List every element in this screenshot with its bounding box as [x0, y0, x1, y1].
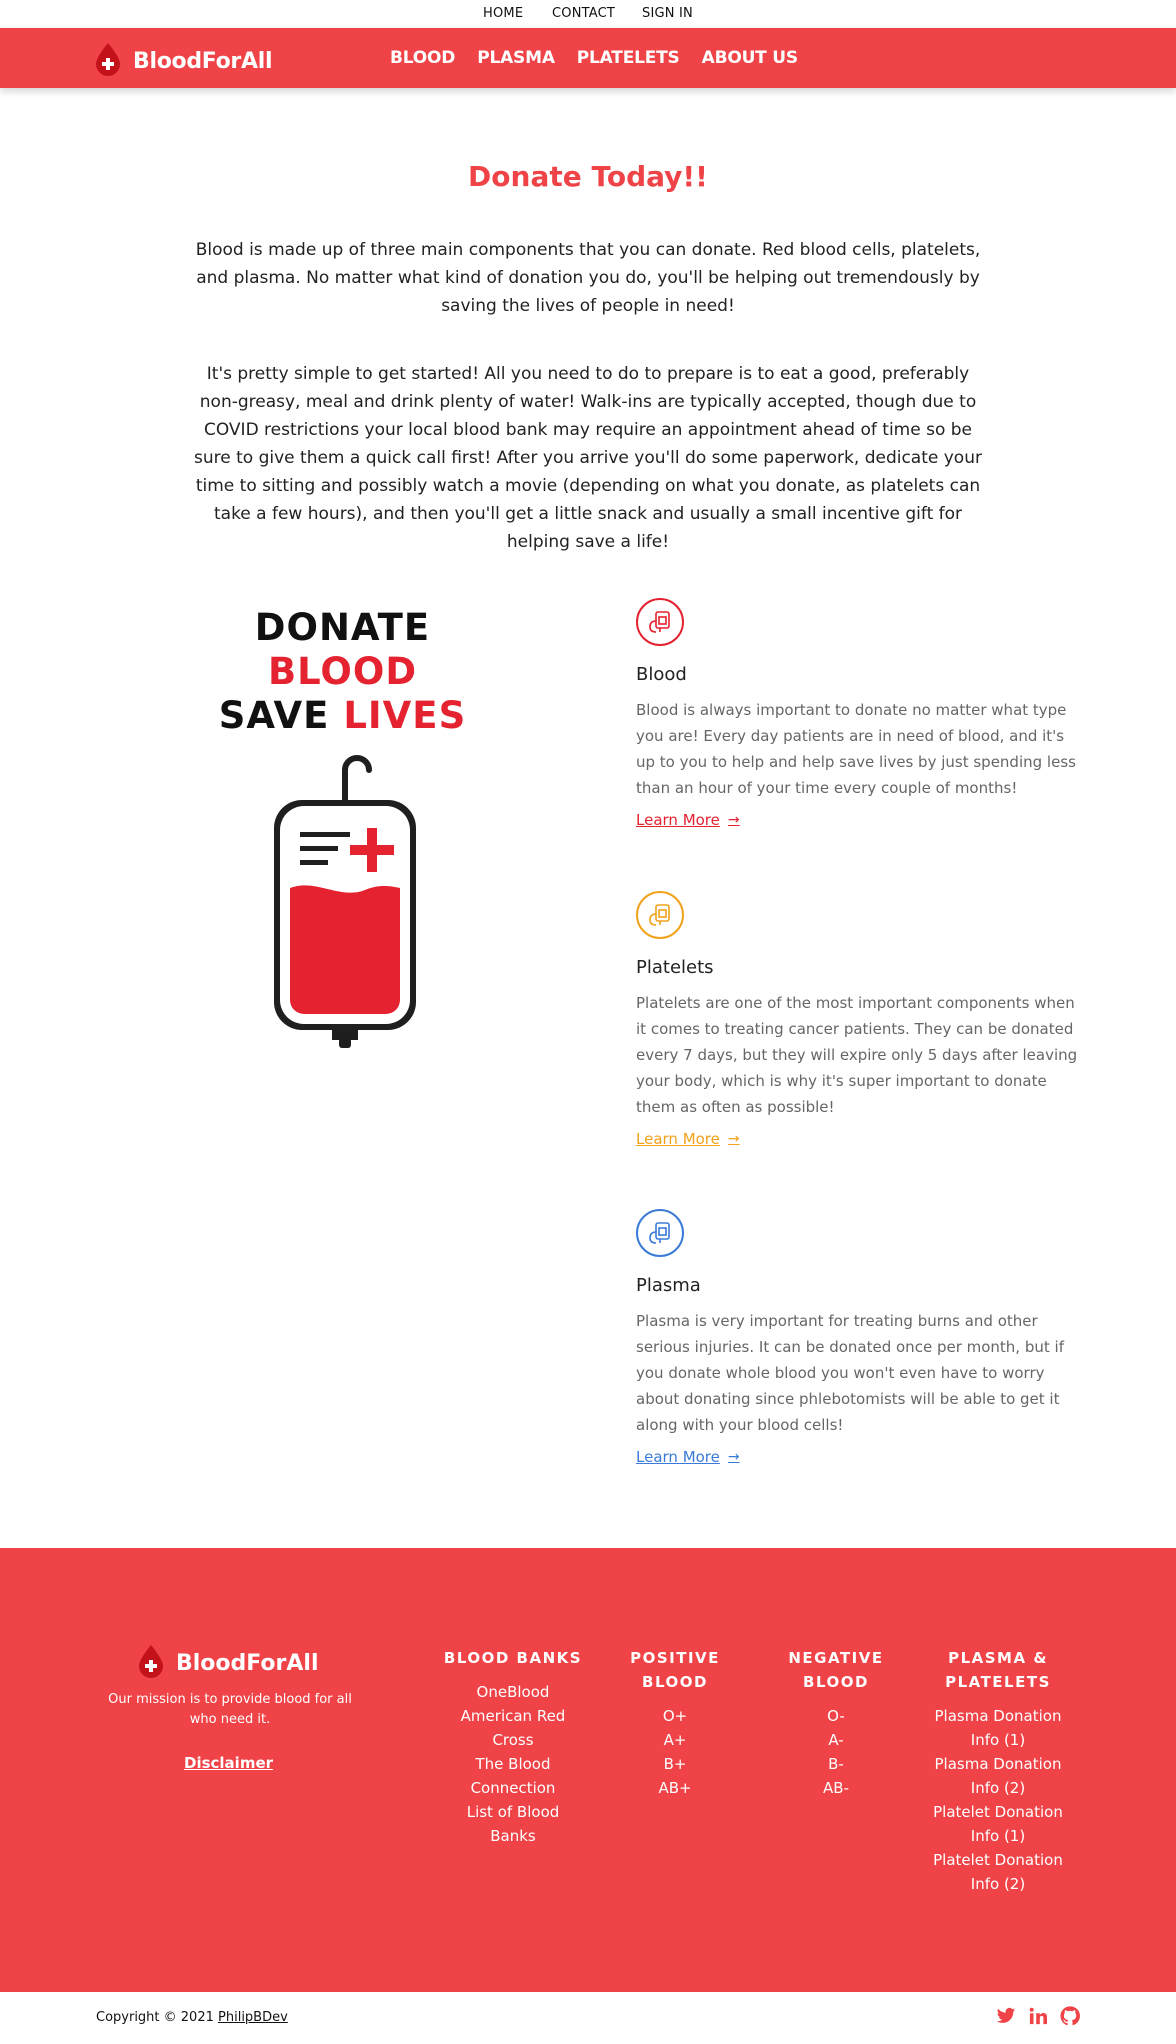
footer-link-blood-connection[interactable]: The Blood Connection	[442, 1752, 584, 1800]
footer-link-o-positive[interactable]: O+	[620, 1704, 730, 1728]
blood-bag-illustration	[274, 755, 416, 1048]
footer-link-platelet-info-2[interactable]: Platelet Donation Info (2)	[930, 1848, 1066, 1896]
brand-name: BloodForAll	[133, 48, 273, 74]
page-title: Donate Today!!	[468, 160, 708, 193]
feature-platelets: Platelets Platelets are one of the most …	[636, 891, 1081, 1148]
footer-link-plasma-info-1[interactable]: Plasma Donation Info (1)	[930, 1704, 1066, 1752]
feature-text: Platelets are one of the most important …	[636, 994, 1078, 1116]
intro-paragraph-1: Blood is made up of three main component…	[195, 240, 981, 316]
footer-link-o-negative[interactable]: O-	[778, 1704, 894, 1728]
footer-link-b-negative[interactable]: B-	[778, 1752, 894, 1776]
owner-link[interactable]: PhilipBDev	[218, 2010, 288, 2025]
brand-logo[interactable]: BloodForAll	[93, 42, 273, 80]
top-nav-contact[interactable]: CONTACT	[552, 6, 615, 21]
footer-link-oneblood[interactable]: OneBlood	[442, 1680, 584, 1704]
feature-plasma: Plasma Plasma is very important for trea…	[636, 1209, 1081, 1466]
social-links	[996, 2006, 1080, 2026]
learn-more-label: Learn More	[636, 1130, 720, 1148]
feature-title: Plasma	[636, 1275, 701, 1296]
footer-col-list: Plasma Donation Info (1) Plasma Donation…	[930, 1704, 1066, 1896]
feature-text: Plasma is very important for treating bu…	[636, 1312, 1064, 1434]
blood-bag-icon	[636, 598, 684, 646]
github-icon[interactable]	[1060, 2006, 1080, 2026]
main-header: BloodForAll BLOOD PLASMA PLATELETS ABOUT…	[0, 28, 1176, 88]
poster-word-save: SAVE	[218, 694, 330, 737]
footer-link-a-negative[interactable]: A-	[778, 1728, 894, 1752]
footer-col-title: NEGATIVE BLOOD	[788, 1649, 884, 1691]
nav-plasma[interactable]: PLASMA	[477, 48, 555, 68]
footer-col-title: POSITIVE BLOOD	[630, 1649, 720, 1691]
top-nav-home[interactable]: HOME	[483, 6, 523, 21]
poster-word-donate: DONATE	[254, 606, 431, 649]
nav-blood[interactable]: BLOOD	[390, 48, 455, 68]
arrow-right-icon: →	[727, 1449, 740, 1465]
feature-title: Blood	[636, 664, 687, 685]
feature-text: Blood is always important to donate no m…	[636, 701, 1076, 797]
arrow-right-icon: →	[727, 1131, 740, 1147]
disclaimer-link[interactable]: Disclaimer	[184, 1754, 273, 1772]
footer-col-positive-blood: POSITIVE BLOOD O+ A+ B+ AB+	[620, 1646, 730, 1800]
footer: BloodForAll Our mission is to provide bl…	[0, 1548, 1176, 1992]
poster-line-1: DONATE BLOOD	[175, 606, 510, 694]
footer-brand-name: BloodForAll	[176, 1650, 319, 1676]
footer-link-american-red-cross[interactable]: American Red Cross	[442, 1704, 584, 1752]
footer-link-b-positive[interactable]: B+	[620, 1752, 730, 1776]
blood-drop-icon	[136, 1644, 166, 1682]
footer-link-list-of-blood-banks[interactable]: List of Blood Banks	[442, 1800, 584, 1848]
main-nav: BLOOD PLASMA PLATELETS ABOUT US	[390, 48, 798, 68]
linkedin-icon[interactable]	[1028, 2006, 1048, 2026]
learn-more-link[interactable]: Learn More →	[636, 811, 740, 829]
footer-link-ab-negative[interactable]: AB-	[778, 1776, 894, 1800]
learn-more-link[interactable]: Learn More →	[636, 1130, 740, 1148]
footer-mission: Our mission is to provide blood for all …	[108, 1692, 352, 1727]
learn-more-label: Learn More	[636, 1448, 720, 1466]
donate-blood-poster: DONATE BLOOD SAVE LIVES	[175, 606, 510, 1048]
footer-brand[interactable]: BloodForAll	[136, 1644, 319, 1682]
blood-drop-icon	[93, 42, 123, 80]
learn-more-label: Learn More	[636, 811, 720, 829]
feature-title: Platelets	[636, 957, 714, 978]
poster-word-blood: BLOOD	[267, 650, 418, 693]
twitter-icon[interactable]	[996, 2006, 1016, 2026]
footer-col-list: O+ A+ B+ AB+	[620, 1704, 730, 1800]
footer-col-plasma-platelets: PLASMA & PLATELETS Plasma Donation Info …	[930, 1646, 1066, 1896]
copyright: Copyright © 2021 PhilipBDev	[96, 2010, 288, 2025]
poster-word-lives: LIVES	[343, 694, 467, 737]
footer-col-blood-banks: BLOOD BANKS OneBlood American Red Cross …	[442, 1646, 584, 1848]
blood-bag-icon	[636, 1209, 684, 1257]
nav-about-us[interactable]: ABOUT US	[702, 48, 799, 68]
footer-col-title: PLASMA & PLATELETS	[945, 1649, 1051, 1691]
nav-platelets[interactable]: PLATELETS	[577, 48, 680, 68]
footer-link-platelet-info-1[interactable]: Platelet Donation Info (1)	[930, 1800, 1066, 1848]
footer-col-list: OneBlood American Red Cross The Blood Co…	[442, 1680, 584, 1848]
feature-blood: Blood Blood is always important to donat…	[636, 598, 1081, 829]
arrow-right-icon: →	[727, 812, 740, 828]
footer-col-list: O- A- B- AB-	[778, 1704, 894, 1800]
intro-paragraph-2: It's pretty simple to get started! All y…	[194, 364, 982, 552]
top-nav-sign-in[interactable]: SIGN IN	[642, 6, 693, 21]
bottom-bar: Copyright © 2021 PhilipBDev	[0, 1992, 1176, 2044]
footer-link-a-positive[interactable]: A+	[620, 1728, 730, 1752]
footer-link-ab-positive[interactable]: AB+	[620, 1776, 730, 1800]
learn-more-link[interactable]: Learn More →	[636, 1448, 740, 1466]
footer-col-title: BLOOD BANKS	[443, 1649, 583, 1667]
footer-link-plasma-info-2[interactable]: Plasma Donation Info (2)	[930, 1752, 1066, 1800]
top-nav: HOME CONTACT SIGN IN	[0, 0, 1176, 28]
poster-line-2: SAVE LIVES	[175, 694, 510, 738]
footer-col-negative-blood: NEGATIVE BLOOD O- A- B- AB-	[778, 1646, 894, 1800]
blood-bag-icon	[636, 891, 684, 939]
copyright-text: Copyright © 2021	[96, 2010, 214, 2025]
